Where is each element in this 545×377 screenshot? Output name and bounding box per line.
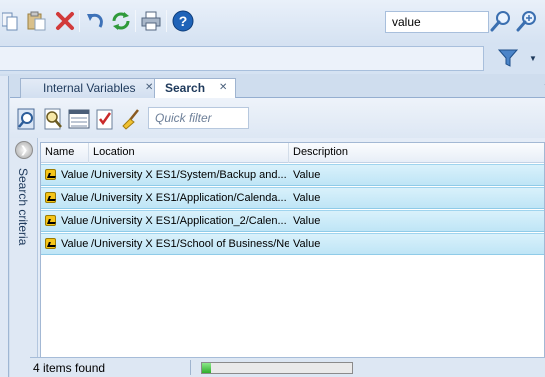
columns-button[interactable] <box>68 108 90 130</box>
left-pane <box>0 76 9 377</box>
advanced-search-button[interactable] <box>516 10 538 32</box>
table-row[interactable]: Value /University X ES1/System/Backup an… <box>41 164 544 186</box>
tab-strip: Internal Variables ✕ Search ✕ ▼ <box>10 76 545 99</box>
paste-icon <box>27 11 46 31</box>
delete-button[interactable] <box>54 10 76 32</box>
cell-description: Value <box>293 215 321 227</box>
column-header-name[interactable]: Name <box>41 143 89 163</box>
cell-description: Value <box>293 192 321 204</box>
search-progress-bar <box>201 362 353 374</box>
broom-icon <box>122 109 139 130</box>
close-icon[interactable]: ✕ <box>219 82 227 93</box>
global-search-input[interactable]: value <box>385 11 489 33</box>
advanced-search-icon <box>516 11 536 32</box>
search-panel: ❯ Search criteria Name Location Descript… <box>10 98 545 377</box>
tab-search[interactable]: Search ✕ <box>154 78 236 99</box>
variable-icon <box>45 238 56 249</box>
address-bar[interactable] <box>0 46 484 71</box>
help-icon: ? <box>172 10 194 32</box>
toolbar-divider <box>135 10 136 32</box>
refresh-icon <box>112 12 130 30</box>
undo-icon <box>87 13 103 28</box>
expand-criteria-icon[interactable]: ❯ <box>15 141 33 159</box>
find-button[interactable] <box>42 108 64 130</box>
close-icon[interactable]: ✕ <box>145 82 153 93</box>
cell-name: Value <box>61 192 89 204</box>
run-search-button[interactable] <box>16 108 38 130</box>
variable-icon <box>45 169 56 180</box>
find-icon <box>44 108 62 130</box>
undo-button[interactable] <box>84 10 106 32</box>
list-view-icon <box>68 109 90 129</box>
search-icon <box>490 11 510 32</box>
search-document-icon <box>17 108 35 130</box>
quick-filter[interactable] <box>148 107 249 129</box>
refresh-button[interactable] <box>110 10 132 32</box>
table-row[interactable]: Value /University X ES1/Application/Cale… <box>41 187 544 209</box>
filter-dropdown-icon[interactable]: ▼ <box>529 54 537 63</box>
copy-icon <box>2 12 18 31</box>
filter-icon <box>497 49 519 67</box>
toolbar-divider <box>166 10 167 32</box>
cell-location: /University X ES1/Application_2/Calen... <box>91 215 287 227</box>
column-header-description[interactable]: Description <box>289 143 544 163</box>
search-button[interactable] <box>490 10 512 32</box>
print-icon <box>141 11 161 31</box>
cell-description: Value <box>293 169 321 181</box>
toolbar-divider <box>79 10 80 32</box>
results-count: 4 items found <box>33 361 106 375</box>
table-row[interactable]: Value /University X ES1/Application_2/Ca… <box>41 210 544 232</box>
status-divider <box>190 360 191 375</box>
cell-location: /University X ES1/School of Business/Ne <box>91 238 289 250</box>
tab-label: Search <box>165 81 206 95</box>
paste-button[interactable] <box>26 10 48 32</box>
svg-text:?: ? <box>179 13 188 29</box>
checklist-button[interactable] <box>94 108 116 130</box>
progress-fill <box>202 363 211 373</box>
status-bar: 4 items found <box>30 357 545 377</box>
copy-button[interactable] <box>0 10 22 32</box>
tab-internal-variables[interactable]: Internal Variables ✕ <box>20 78 157 98</box>
cell-name: Value <box>61 238 89 250</box>
cell-name: Value <box>61 215 89 227</box>
help-button[interactable]: ? <box>172 10 194 32</box>
filter-button[interactable] <box>497 47 519 69</box>
checklist-icon <box>96 109 113 130</box>
print-button[interactable] <box>140 10 162 32</box>
search-criteria-pane[interactable]: ❯ Search criteria <box>10 138 38 377</box>
delete-icon <box>56 12 74 30</box>
cell-description: Value <box>293 238 321 250</box>
results-grid: Name Location Description Value /Univers… <box>40 142 545 362</box>
table-row[interactable]: Value /University X ES1/School of Busine… <box>41 233 544 255</box>
tab-label: Internal Variables <box>43 81 136 95</box>
quick-filter-input[interactable] <box>149 108 248 128</box>
clear-button[interactable] <box>120 108 142 130</box>
main-toolbar: ? value <box>0 0 545 44</box>
cell-location: /University X ES1/System/Backup and... <box>91 169 287 181</box>
search-toolbar <box>10 98 545 138</box>
search-criteria-label: Search criteria <box>16 168 30 246</box>
column-header-location[interactable]: Location <box>89 143 289 163</box>
variable-icon <box>45 192 56 203</box>
grid-header: Name Location Description <box>41 143 544 163</box>
address-bar-row: ▼ <box>0 44 545 74</box>
cell-location: /University X ES1/Application/Calenda... <box>91 192 287 204</box>
variable-icon <box>45 215 56 226</box>
cell-name: Value <box>61 169 89 181</box>
